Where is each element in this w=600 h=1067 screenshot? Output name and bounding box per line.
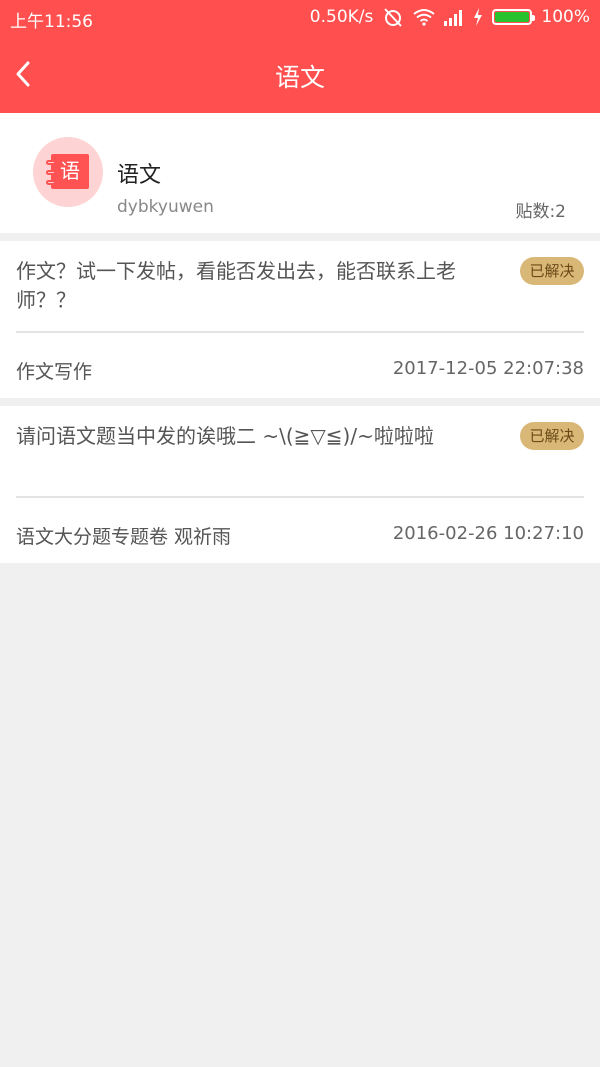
charging-icon	[474, 8, 483, 26]
post-list-item[interactable]: 请问语文题当中发的诶哦二 ~\(≧▽≦)/~啦啦啦 已解决 语文大分题专题卷 观…	[0, 406, 600, 563]
post-board: 语文大分题专题卷 观祈雨	[16, 526, 232, 548]
battery-percent: 100%	[541, 7, 590, 27]
forum-info-card: 语 语文 dybkyuwen 贴数:2	[0, 113, 600, 233]
navigation-bar: 语文	[0, 36, 600, 113]
forum-name: 语文	[117, 163, 162, 188]
post-date: 2016-02-26 10:27:10	[392, 523, 584, 544]
status-bar: 上午11:56 0.50K/s 100%	[0, 0, 600, 36]
binding-ring	[46, 180, 56, 185]
status-icons: 0.50K/s 100%	[310, 6, 590, 28]
binding-ring	[46, 160, 56, 165]
page-title: 语文	[274, 63, 325, 92]
subject-book-icon: 语	[33, 137, 103, 207]
solved-status-badge: 已解决	[520, 422, 584, 450]
signal-icon	[444, 10, 463, 26]
solved-status-badge: 已解决	[520, 257, 584, 285]
binding-ring	[46, 170, 56, 175]
post-title: 作文？试一下发帖，看能否发出去，能否联系上老师？？	[16, 259, 456, 312]
post-list-item[interactable]: 作文？试一下发帖，看能否发出去，能否联系上老师？？ 已解决 作文写作 2017-…	[0, 241, 600, 398]
forum-code: dybkyuwen	[117, 197, 214, 217]
post-count: 贴数:2	[515, 202, 566, 222]
divider	[16, 331, 584, 333]
app-header: 上午11:56 0.50K/s 100% 语文	[0, 0, 600, 113]
network-speed: 0.50K/s	[309, 7, 374, 27]
divider	[16, 496, 584, 498]
wifi-icon	[413, 9, 436, 26]
status-time: 上午11:56	[10, 12, 93, 32]
battery-icon	[492, 9, 536, 25]
post-date: 2017-12-05 22:07:38	[392, 358, 584, 379]
post-title: 请问语文题当中发的诶哦二 ~\(≧▽≦)/~啦啦啦	[16, 424, 434, 448]
subject-icon-label: 语	[51, 154, 89, 189]
alarm-off-icon	[384, 8, 403, 27]
post-board: 作文写作	[16, 361, 93, 383]
